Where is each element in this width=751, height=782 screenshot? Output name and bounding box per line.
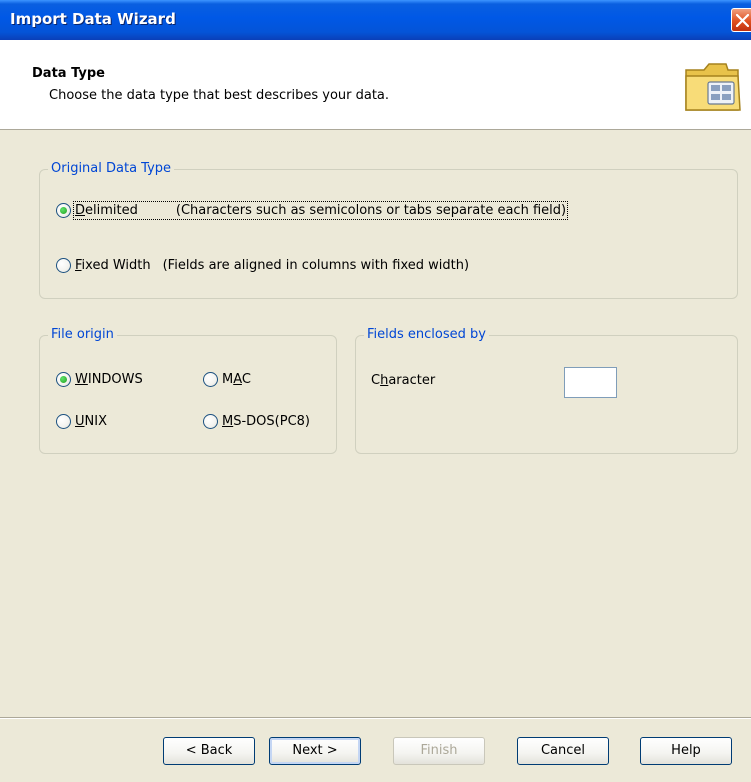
radio-mac-label: MAC xyxy=(222,372,251,387)
character-input[interactable] xyxy=(564,367,617,398)
next-button[interactable]: Next > xyxy=(269,737,361,765)
fields-enclosed-group: Fields enclosed by xyxy=(355,327,738,454)
radio-delimited[interactable]: Delimited (Characters such as semicolons … xyxy=(56,201,569,220)
wizard-header: Data Type Choose the data type that best… xyxy=(0,40,751,130)
window-title: Import Data Wizard xyxy=(10,10,176,28)
radio-button-icon xyxy=(203,414,218,429)
footer-divider xyxy=(0,717,751,719)
original-data-type-legend: Original Data Type xyxy=(48,161,175,177)
radio-button-icon xyxy=(56,203,71,218)
radio-mac[interactable]: MAC xyxy=(203,372,251,387)
close-button[interactable] xyxy=(731,8,751,32)
page-subtitle: Choose the data type that best describes… xyxy=(49,88,390,103)
radio-button-icon xyxy=(56,372,71,387)
file-origin-group: File origin xyxy=(39,327,337,454)
cancel-button[interactable]: Cancel xyxy=(517,737,609,765)
radio-unix-label: UNIX xyxy=(75,414,107,429)
radio-button-icon xyxy=(56,414,71,429)
radio-fixed-width[interactable]: Fixed Width (Fields are aligned in column… xyxy=(56,258,469,273)
character-label: Character xyxy=(371,373,436,388)
close-icon xyxy=(736,14,749,27)
title-bar[interactable]: Import Data Wizard xyxy=(0,0,751,40)
page-title: Data Type xyxy=(32,66,105,81)
radio-button-icon xyxy=(56,258,71,273)
finish-button[interactable]: Finish xyxy=(393,737,485,765)
radio-fixed-width-label: Fixed Width (Fields are aligned in column… xyxy=(75,258,470,273)
fields-enclosed-legend: Fields enclosed by xyxy=(364,327,489,343)
radio-button-icon xyxy=(203,372,218,387)
file-origin-legend: File origin xyxy=(48,327,117,343)
radio-delimited-label: Delimited (Characters such as semicolons … xyxy=(72,201,569,220)
original-data-type-group: Original Data Type xyxy=(39,161,738,299)
radio-windows[interactable]: WINDOWS xyxy=(56,372,143,387)
radio-ms-dos-label: MS-DOS(PC8) xyxy=(222,414,310,429)
back-button[interactable]: < Back xyxy=(163,737,255,765)
radio-ms-dos[interactable]: MS-DOS(PC8) xyxy=(203,414,310,429)
radio-windows-label: WINDOWS xyxy=(75,372,143,387)
import-data-wizard-window: Import Data Wizard Data Type Choose the … xyxy=(0,0,751,782)
help-button[interactable]: Help xyxy=(640,737,732,765)
radio-unix[interactable]: UNIX xyxy=(56,414,107,429)
folder-icon xyxy=(685,63,741,111)
